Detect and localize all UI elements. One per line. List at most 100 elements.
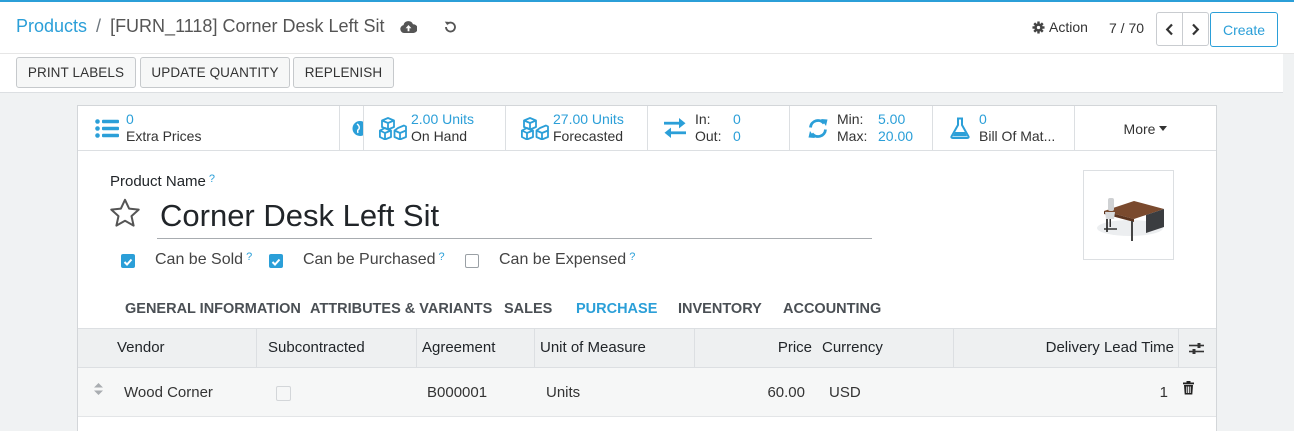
cubes-icon xyxy=(521,117,549,140)
chevron-left-icon xyxy=(1165,23,1173,35)
pager-value[interactable]: 7 / 70 xyxy=(1109,20,1144,36)
tab-accounting[interactable]: ACCOUNTING xyxy=(783,301,881,317)
forecasted-button[interactable]: 27.00 Units Forecasted xyxy=(506,106,648,151)
extra-prices-count: 0 xyxy=(126,111,134,127)
column-header-uom-label: Unit of Measure xyxy=(540,339,646,356)
column-header-delivery-lead-time[interactable]: Delivery Lead Time xyxy=(953,329,1178,367)
outgoing-value: 0 xyxy=(733,128,741,144)
breadcrumb: Products / [FURN_1118] Corner Desk Left … xyxy=(16,16,460,37)
update-quantity-button[interactable]: UPDATE QUANTITY xyxy=(140,57,290,88)
help-tooltip[interactable]: ? xyxy=(246,251,252,263)
max-value: 20.00 xyxy=(878,128,914,144)
vendor-table-header: Vendor Subcontracted Agreement Unit of M… xyxy=(78,328,1216,368)
can-be-expensed-text: Can be Expensed xyxy=(499,251,627,268)
breadcrumb-products-link[interactable]: Products xyxy=(16,16,87,37)
on-hand-button[interactable]: 2.00 Units On Hand xyxy=(364,106,506,151)
agreement-cell[interactable]: B000001 xyxy=(427,384,487,401)
can-be-sold-label: Can be Sold? xyxy=(155,251,252,269)
table-row[interactable]: Wood Corner B000001 Units 60.00 USD 1 xyxy=(78,368,1216,417)
price-cell[interactable]: 60.00 xyxy=(767,384,805,401)
create-button[interactable]: Create xyxy=(1210,12,1278,47)
smart-button-box: 0 Extra Prices 2.00 Units On Hand 27.00 … xyxy=(78,106,1216,151)
flask-icon xyxy=(950,117,970,139)
help-tooltip[interactable]: ? xyxy=(209,173,215,185)
bill-of-materials-button[interactable]: 0 Bill Of Mat... xyxy=(933,106,1075,151)
can-be-sold-text: Can be Sold xyxy=(155,251,244,268)
max-label: Max: xyxy=(837,128,868,144)
website-button[interactable] xyxy=(340,106,364,151)
replenish-button[interactable]: REPLENISH xyxy=(293,57,394,88)
can-be-purchased-checkbox[interactable] xyxy=(269,254,283,268)
extra-prices-label: Extra Prices xyxy=(126,128,202,144)
on-hand-label: On Hand xyxy=(411,128,468,144)
tab-inventory[interactable]: INVENTORY xyxy=(678,301,762,317)
tab-attributes-variants[interactable]: ATTRIBUTES & VARIANTS xyxy=(310,301,492,317)
reordering-rules-button[interactable]: Min: Max: 5.00 20.00 xyxy=(790,106,933,151)
globe-icon xyxy=(352,120,363,137)
column-header-price-label: Price xyxy=(777,339,812,356)
can-be-expensed-checkbox[interactable] xyxy=(465,254,479,268)
more-smart-buttons-dropdown[interactable]: More xyxy=(1075,106,1216,151)
product-name-input[interactable]: Corner Desk Left Sit xyxy=(157,196,872,239)
breadcrumb-current-record: [FURN_1118] Corner Desk Left Sit xyxy=(110,16,385,36)
pager-previous-button[interactable] xyxy=(1156,12,1183,46)
discard-icon[interactable] xyxy=(440,17,460,37)
list-icon xyxy=(95,119,119,138)
incoming-value: 0 xyxy=(733,111,741,127)
refresh-icon xyxy=(807,118,829,139)
trash-icon[interactable] xyxy=(1183,381,1194,400)
breadcrumb-separator: / xyxy=(96,16,102,36)
column-header-currency[interactable]: Currency xyxy=(816,329,953,367)
help-tooltip[interactable]: ? xyxy=(439,251,445,263)
print-labels-button[interactable]: PRINT LABELS xyxy=(16,57,136,88)
tab-purchase[interactable]: PURCHASE xyxy=(576,301,657,317)
can-be-expensed-label: Can be Expensed? xyxy=(499,251,635,269)
vendor-cell[interactable]: Wood Corner xyxy=(124,384,213,401)
cloud-upload-icon[interactable] xyxy=(399,17,419,37)
column-header-unit-of-measure[interactable]: Unit of Measure xyxy=(534,329,694,367)
column-header-lead-time-label: Delivery Lead Time xyxy=(1045,339,1174,356)
more-label: More xyxy=(1123,120,1156,137)
column-header-vendor-label: Vendor xyxy=(117,339,165,356)
in-out-button[interactable]: In: Out: 0 0 xyxy=(648,106,790,151)
column-header-price[interactable]: Price xyxy=(694,329,816,367)
can-be-sold-checkbox[interactable] xyxy=(121,254,135,268)
column-header-subcontracted-label: Subcontracted xyxy=(268,339,365,356)
form-statusbar: PRINT LABELS UPDATE QUANTITY REPLENISH xyxy=(0,54,1294,93)
uom-cell[interactable]: Units xyxy=(546,384,580,401)
drag-handle-icon[interactable] xyxy=(93,382,104,401)
scrollbar-track[interactable] xyxy=(1283,54,1294,431)
lead-time-cell[interactable]: 1 xyxy=(1160,384,1168,401)
column-settings-icon[interactable] xyxy=(1178,329,1216,367)
tab-sales[interactable]: SALES xyxy=(504,301,552,317)
min-value: 5.00 xyxy=(878,111,906,127)
column-header-currency-label: Currency xyxy=(822,339,883,356)
pager-next-button[interactable] xyxy=(1182,12,1209,46)
currency-cell[interactable]: USD xyxy=(829,384,861,401)
chevron-right-icon xyxy=(1192,23,1200,35)
column-header-vendor[interactable]: Vendor xyxy=(106,329,256,367)
product-name-label-text: Product Name xyxy=(110,173,206,190)
action-label: Action xyxy=(1049,19,1088,35)
on-hand-value: 2.00 Units xyxy=(411,111,475,127)
subcontracted-checkbox xyxy=(276,386,291,401)
incoming-label: In: xyxy=(695,111,711,127)
outgoing-label: Out: xyxy=(695,128,722,144)
bom-label: Bill Of Mat... xyxy=(979,128,1056,144)
cubes-icon xyxy=(379,117,407,140)
exchange-icon xyxy=(664,118,686,138)
column-header-subcontracted[interactable]: Subcontracted xyxy=(256,329,416,367)
product-image[interactable] xyxy=(1083,170,1174,260)
notebook-tabs: GENERAL INFORMATION ATTRIBUTES & VARIANT… xyxy=(111,293,887,329)
star-icon[interactable] xyxy=(109,198,141,233)
extra-prices-button[interactable]: 0 Extra Prices xyxy=(78,106,340,151)
action-menu-button[interactable]: Action xyxy=(1032,19,1088,35)
column-header-agreement[interactable]: Agreement xyxy=(416,329,534,367)
can-be-purchased-text: Can be Purchased xyxy=(303,251,436,268)
gear-icon xyxy=(1032,20,1045,34)
tab-general-information[interactable]: GENERAL INFORMATION xyxy=(125,301,301,317)
product-name-label: Product Name? xyxy=(110,173,215,190)
help-tooltip[interactable]: ? xyxy=(629,251,635,263)
caret-down-icon xyxy=(1159,126,1168,131)
can-be-purchased-label: Can be Purchased? xyxy=(303,251,445,269)
